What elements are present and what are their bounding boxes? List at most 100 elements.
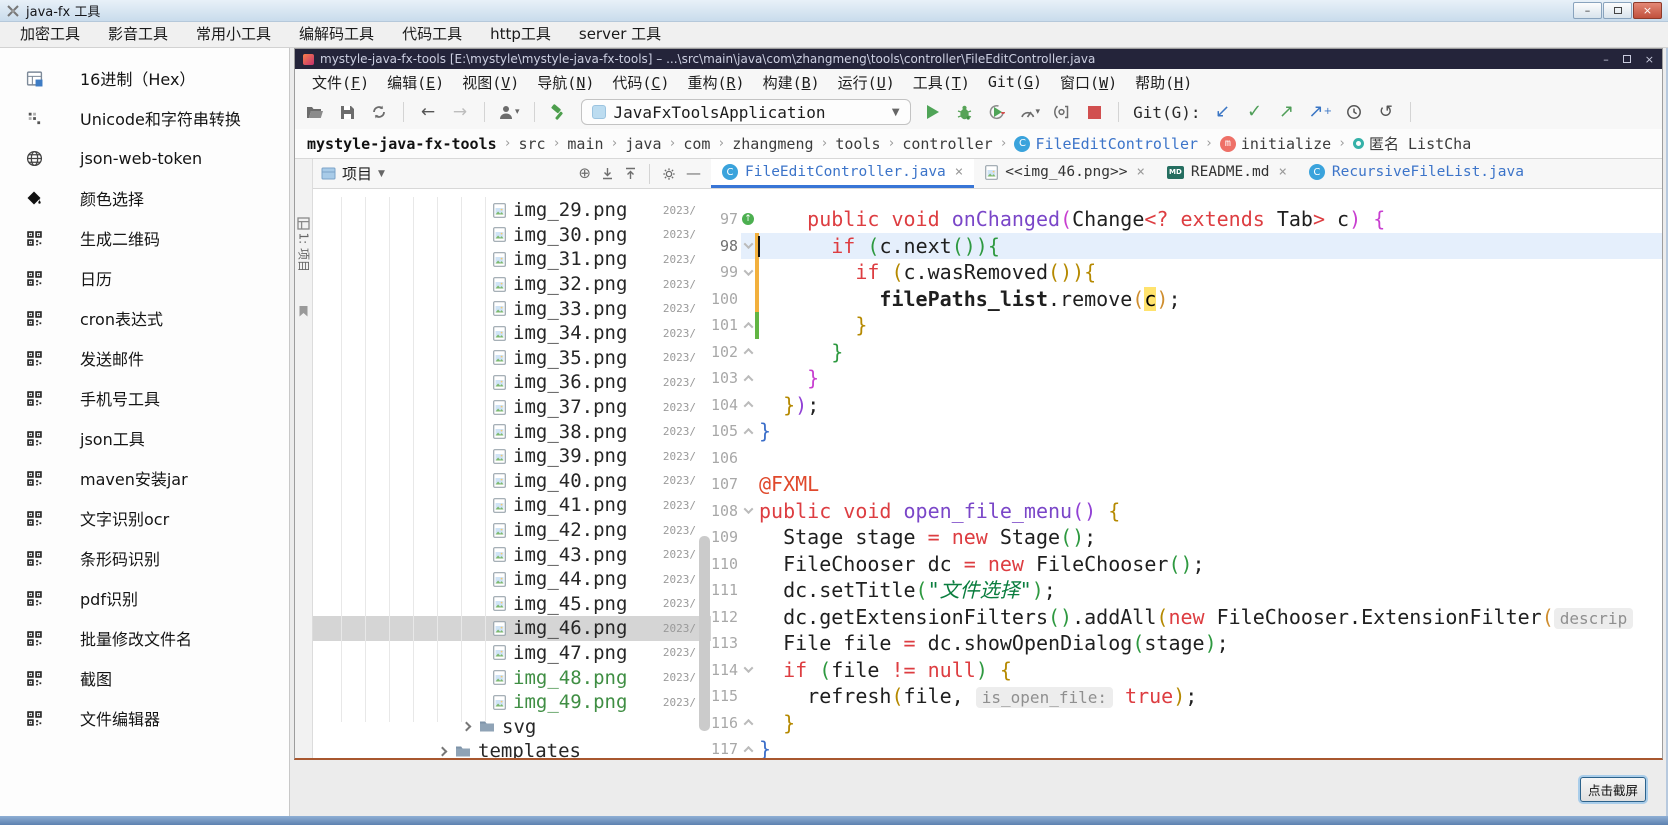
fold-up-icon[interactable] <box>743 719 753 729</box>
ide-menu-item[interactable]: 重构(R) <box>678 72 753 93</box>
sidebar-item[interactable]: 手机号工具 <box>0 378 289 418</box>
app-menu-item[interactable]: server 工具 <box>565 22 675 47</box>
code-text[interactable]: public void onChanged(Change<? extends T… <box>759 206 1662 233</box>
user-icon[interactable]: ▾ <box>499 101 520 123</box>
tree-row[interactable]: img_38.png2023/ <box>313 419 711 444</box>
code-line[interactable]: 117} <box>711 736 1662 759</box>
tree-row[interactable]: img_47.png2023/ <box>313 641 711 666</box>
layout-grid-icon[interactable] <box>297 217 310 230</box>
code-line[interactable]: 115 refresh(file, is_open_file: true); <box>711 683 1662 710</box>
tree-row[interactable]: img_30.png2023/ <box>313 223 711 248</box>
code-line[interactable]: 106 <box>711 445 1662 472</box>
chevron-right-icon[interactable] <box>438 746 448 756</box>
tree-row[interactable]: img_49.png2023/ <box>313 690 711 715</box>
close-icon[interactable]: × <box>1136 164 1144 180</box>
code-text[interactable]: if (c.wasRemoved()){ <box>759 259 1662 286</box>
ide-menu-item[interactable]: 视图(V) <box>453 72 528 93</box>
line-number[interactable]: 102 <box>711 339 741 366</box>
line-number[interactable]: 112 <box>711 604 741 631</box>
line-number[interactable]: 111 <box>711 577 741 604</box>
code-text[interactable]: FileChooser dc = new FileChooser(); <box>759 551 1662 578</box>
editor-tab[interactable]: CRecursiveFileList.java <box>1298 159 1535 188</box>
tree-row[interactable]: img_39.png2023/ <box>313 444 711 469</box>
breadcrumb-item[interactable]: mystyle-java-fx-tools <box>307 135 497 153</box>
fold-down-icon[interactable] <box>743 266 753 276</box>
code-line[interactable]: 98 if (c.next()){ <box>711 233 1662 260</box>
sidebar-item[interactable]: 文字识别ocr <box>0 498 289 538</box>
code-text[interactable]: File file = dc.showOpenDialog(stage); <box>759 630 1662 657</box>
code-line[interactable]: 101 } <box>711 312 1662 339</box>
tree-row[interactable]: img_46.png2023/ <box>313 616 711 641</box>
line-number[interactable]: 101 <box>711 312 741 339</box>
code-text[interactable]: } <box>759 736 1662 759</box>
ide-menu-item[interactable]: 窗口(W) <box>1051 72 1126 93</box>
line-number[interactable]: 114 <box>711 657 741 684</box>
sidebar-item[interactable]: pdf识别 <box>0 578 289 618</box>
sidebar-item[interactable]: maven安装jar <box>0 458 289 498</box>
run-button[interactable] <box>923 101 943 123</box>
chevron-down-icon[interactable]: ▼ <box>378 169 385 179</box>
rollback-icon[interactable]: ↺ <box>1376 101 1396 123</box>
code-line[interactable]: 105} <box>711 418 1662 445</box>
run-configuration-combo[interactable]: JavaFxToolsApplication ▼ <box>581 99 911 125</box>
line-number[interactable]: 106 <box>711 445 741 472</box>
breadcrumb-item[interactable]: com <box>683 135 710 153</box>
back-icon[interactable]: ← <box>418 101 438 123</box>
save-icon[interactable] <box>337 101 357 123</box>
code-line[interactable]: 104 }); <box>711 392 1662 419</box>
tree-row[interactable]: img_32.png2023/ <box>313 272 711 297</box>
sync-icon[interactable] <box>369 101 389 123</box>
fold-down-icon[interactable] <box>743 504 753 514</box>
breadcrumb-item[interactable]: CFileEditController <box>1014 135 1198 153</box>
code-line[interactable]: 103 } <box>711 365 1662 392</box>
hide-panel-icon[interactable]: — <box>686 166 701 181</box>
code-text[interactable]: dc.getExtensionFilters().addAll(new File… <box>759 604 1662 631</box>
fold-up-icon[interactable] <box>743 322 753 332</box>
ide-menu-item[interactable]: 编辑(E) <box>378 72 453 93</box>
profiler-button[interactable]: ▾ <box>1019 101 1041 123</box>
tree-row[interactable]: img_29.png2023/ <box>313 198 711 223</box>
stop-button[interactable] <box>1084 101 1104 123</box>
code-text[interactable]: public void open_file_menu() { <box>759 498 1662 525</box>
maximize-button[interactable] <box>1603 2 1632 19</box>
line-number[interactable]: 116 <box>711 710 741 737</box>
breadcrumb-item[interactable]: 匿名 ListCha <box>1353 133 1471 154</box>
code-line[interactable]: 102 } <box>711 339 1662 366</box>
git-push-icon[interactable]: ↗ <box>1277 101 1297 123</box>
open-folder-icon[interactable] <box>305 101 325 123</box>
tree-row[interactable]: img_31.png2023/ <box>313 247 711 272</box>
fold-up-icon[interactable] <box>743 401 753 411</box>
breadcrumb-item[interactable]: minitialize <box>1220 135 1331 153</box>
git-fetch-icon[interactable]: ↗+ <box>1309 101 1332 123</box>
ide-menu-item[interactable]: 工具(T) <box>904 72 979 93</box>
fold-up-icon[interactable] <box>743 746 753 756</box>
fold-up-icon[interactable] <box>743 375 753 385</box>
editor-tab[interactable]: MDREADME.md× <box>1156 159 1298 188</box>
tree-row[interactable]: templates <box>313 739 711 759</box>
code-text[interactable] <box>759 445 1662 472</box>
sidebar-item[interactable]: cron表达式 <box>0 298 289 338</box>
locate-file-icon[interactable]: ⊕ <box>578 166 591 181</box>
sidebar-item[interactable]: 截图 <box>0 658 289 698</box>
build-hammer-icon[interactable] <box>549 101 569 123</box>
line-number[interactable]: 103 <box>711 365 741 392</box>
collapse-all-icon[interactable] <box>624 167 637 180</box>
git-commit-icon[interactable]: ✓ <box>1245 101 1265 123</box>
code-line[interactable]: 114 if (file != null) { <box>711 657 1662 684</box>
code-editor[interactable]: 97↑ public void onChanged(Change<? exten… <box>711 189 1662 759</box>
breadcrumb-item[interactable]: main <box>567 135 603 153</box>
code-line[interactable]: 108public void open_file_menu() { <box>711 498 1662 525</box>
code-line[interactable]: 97↑ public void onChanged(Change<? exten… <box>711 206 1662 233</box>
sidebar-item[interactable]: 日历 <box>0 258 289 298</box>
line-number[interactable]: 115 <box>711 683 741 710</box>
app-menu-item[interactable]: 编解码工具 <box>285 22 388 47</box>
close-button[interactable]: × <box>1633 2 1662 19</box>
git-update-icon[interactable]: ↙ <box>1213 101 1233 123</box>
coverage-button[interactable] <box>987 101 1007 123</box>
line-number[interactable]: 110 <box>711 551 741 578</box>
breadcrumb-item[interactable]: src <box>518 135 545 153</box>
tree-scrollbar-thumb[interactable] <box>699 536 710 731</box>
line-number[interactable]: 104 <box>711 392 741 419</box>
tree-row[interactable]: img_34.png2023/ <box>313 321 711 346</box>
fold-up-icon[interactable] <box>743 348 753 358</box>
